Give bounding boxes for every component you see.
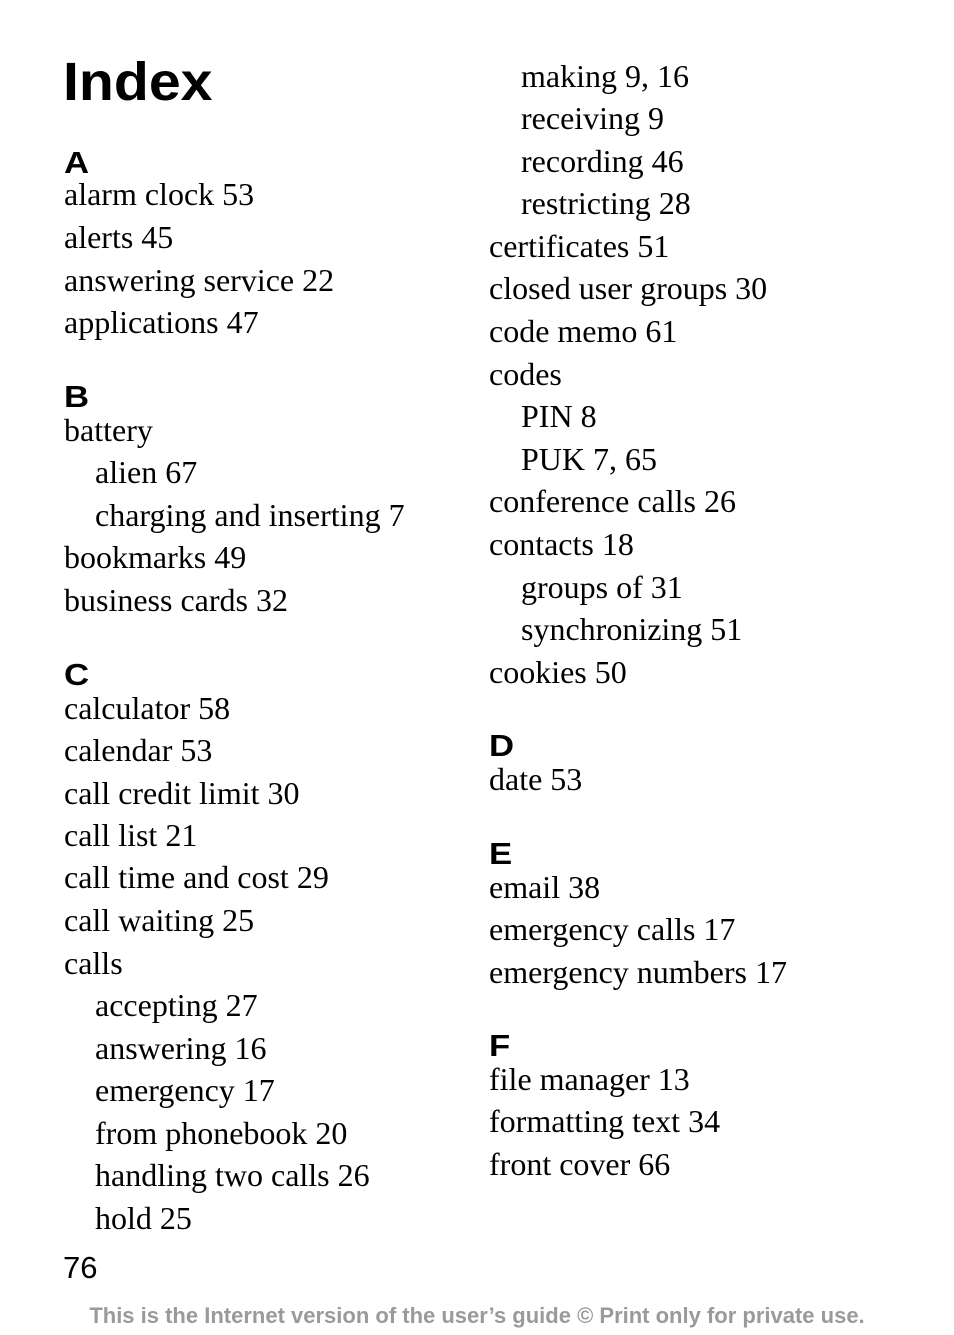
index-subentry: receiving 9 bbox=[521, 100, 665, 136]
index-entry: email 38 bbox=[489, 869, 601, 905]
index-subentry: emergency 17 bbox=[95, 1072, 275, 1108]
index-entry: business cards 32 bbox=[64, 582, 288, 618]
index-entry: emergency numbers 17 bbox=[489, 954, 787, 990]
index-entry: bookmarks 49 bbox=[64, 539, 247, 575]
index-subentry: PIN 8 bbox=[521, 398, 597, 434]
index-entry: front cover 66 bbox=[489, 1146, 671, 1182]
page-number: 76 bbox=[63, 1250, 98, 1285]
index-entry: alerts 45 bbox=[64, 219, 174, 255]
index-entry: codes bbox=[489, 356, 562, 392]
index-subentry: PUK 7, 65 bbox=[521, 441, 658, 477]
section-letter-f: F bbox=[489, 1028, 511, 1063]
index-subentry: charging and inserting 7 bbox=[95, 497, 405, 533]
index-entry: contacts 18 bbox=[489, 526, 634, 562]
index-subentry: from phonebook 20 bbox=[95, 1115, 348, 1151]
footer-notice: This is the Internet version of the user… bbox=[89, 1303, 865, 1328]
index-entry: certificates 51 bbox=[489, 228, 670, 264]
section-letter-e: E bbox=[489, 836, 513, 871]
index-entry: applications 47 bbox=[64, 304, 259, 340]
index-entry: calculator 58 bbox=[64, 690, 231, 726]
section-letter-b: B bbox=[64, 379, 90, 414]
index-entry: call time and cost 29 bbox=[64, 859, 329, 895]
index-entry: date 53 bbox=[489, 761, 583, 797]
index-entry: alarm clock 53 bbox=[64, 176, 255, 212]
index-entry: file manager 13 bbox=[489, 1061, 690, 1097]
index-subentry: accepting 27 bbox=[95, 987, 258, 1023]
page-title: Index bbox=[63, 52, 213, 112]
index-subentry: synchronizing 51 bbox=[521, 611, 743, 647]
index-subentry: restricting 28 bbox=[521, 185, 691, 221]
index-subentry: answering 16 bbox=[95, 1030, 267, 1066]
index-entry: answering service 22 bbox=[64, 262, 335, 298]
index-entry: battery bbox=[64, 412, 153, 448]
section-letter-c: C bbox=[64, 657, 90, 692]
index-subentry: handling two calls 26 bbox=[95, 1157, 370, 1193]
index-subentry: alien 67 bbox=[95, 454, 198, 490]
index-entry: closed user groups 30 bbox=[489, 270, 768, 306]
index-entry: conference calls 26 bbox=[489, 483, 736, 519]
index-subentry: recording 46 bbox=[521, 143, 684, 179]
section-letter-d: D bbox=[489, 728, 515, 763]
index-entry: calls bbox=[64, 945, 123, 981]
index-entry: call waiting 25 bbox=[64, 902, 255, 938]
index-subentry: hold 25 bbox=[95, 1200, 192, 1236]
index-entry: call list 21 bbox=[64, 817, 198, 853]
index-subentry: making 9, 16 bbox=[521, 58, 689, 94]
index-entry: call credit limit 30 bbox=[64, 775, 300, 811]
index-subentry: groups of 31 bbox=[521, 569, 683, 605]
index-entry: code memo 61 bbox=[489, 313, 678, 349]
index-entry: calendar 53 bbox=[64, 732, 213, 768]
index-entry: cookies 50 bbox=[489, 654, 627, 690]
index-entry: formatting text 34 bbox=[489, 1103, 721, 1139]
index-page: Index A alarm clock 53 alerts 45 answeri… bbox=[0, 0, 954, 1335]
index-entry: emergency calls 17 bbox=[489, 911, 736, 947]
